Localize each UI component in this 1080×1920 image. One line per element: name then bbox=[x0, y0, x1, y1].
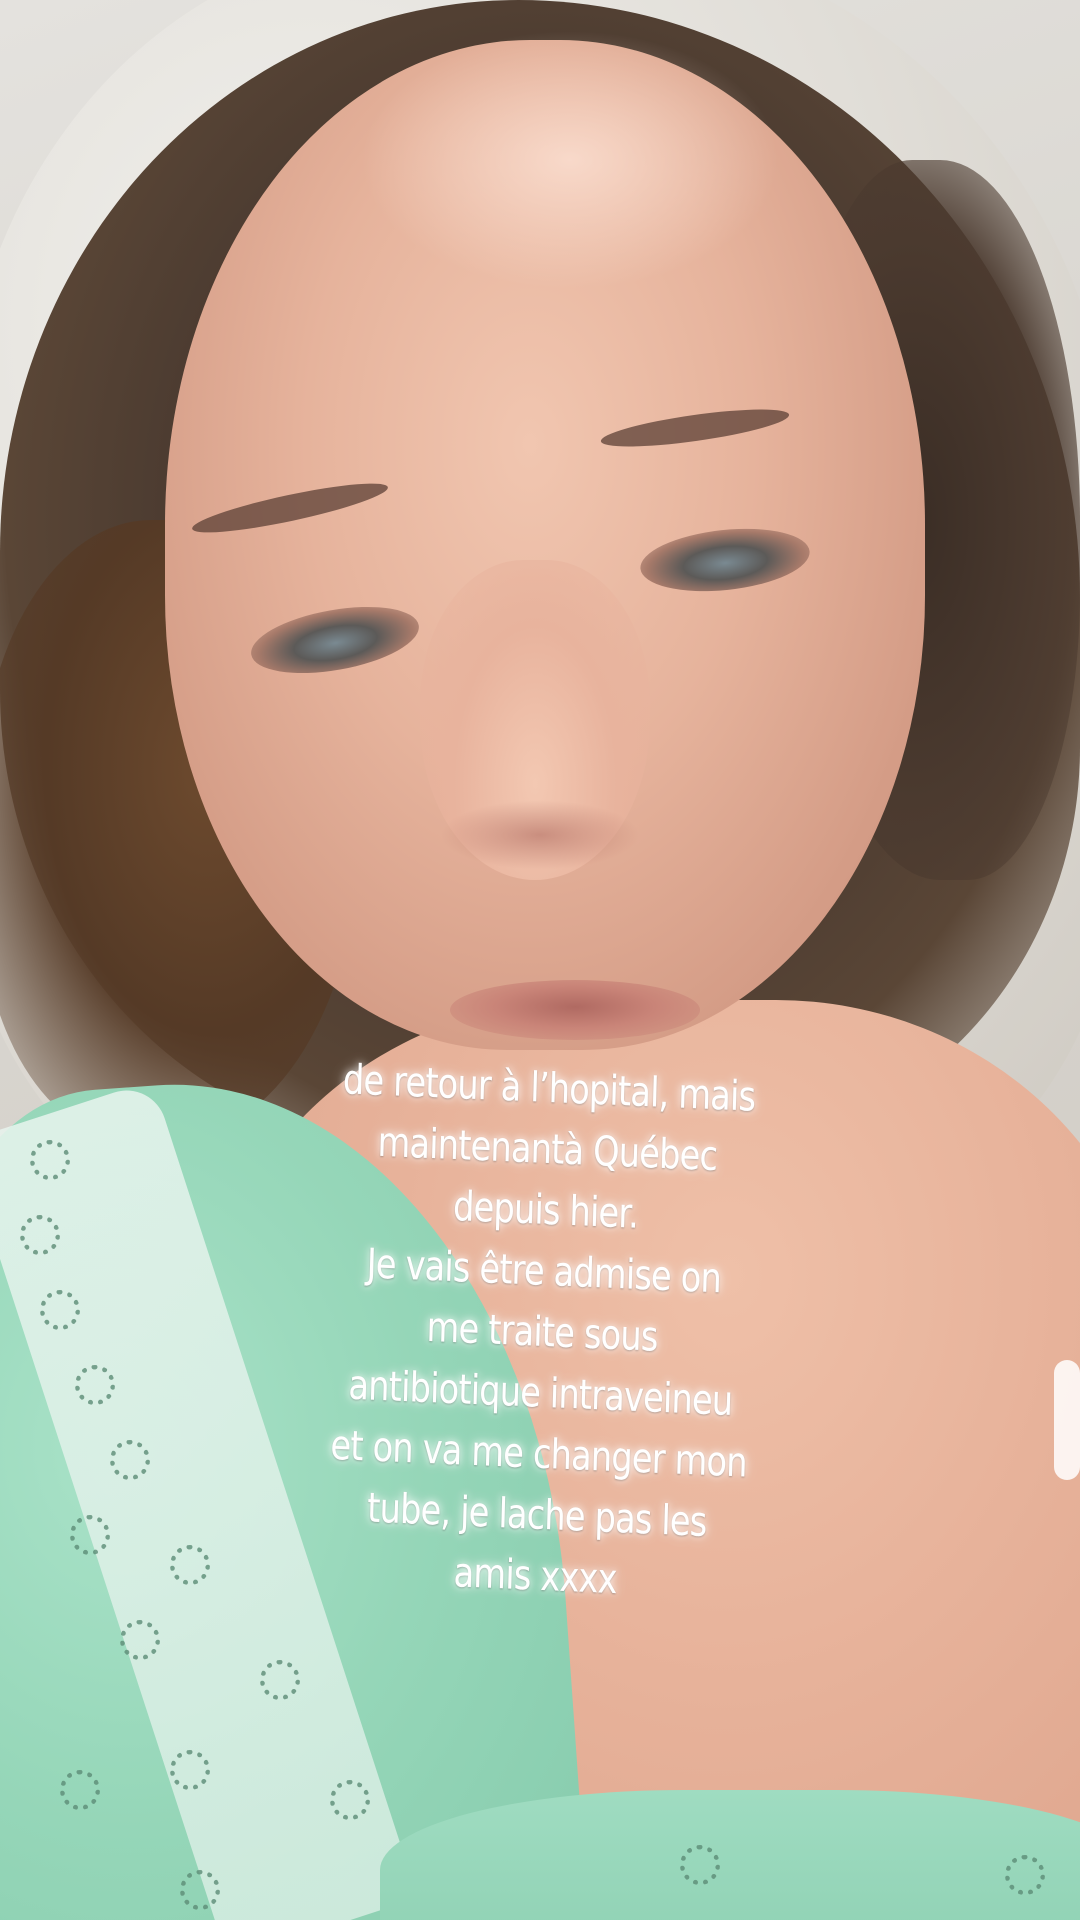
gown-pattern-dot bbox=[110, 1440, 150, 1480]
forehead-highlight bbox=[360, 30, 780, 290]
gown-pattern-dot bbox=[120, 1620, 160, 1660]
gown-pattern-dot bbox=[70, 1515, 110, 1555]
gown-pattern-dot bbox=[60, 1770, 100, 1810]
gown-pattern-dot bbox=[170, 1545, 210, 1585]
story-frame[interactable]: de retour à l’hopital, mais maintenantà … bbox=[0, 0, 1080, 1920]
gown-pattern-dot bbox=[40, 1290, 80, 1330]
iv-port bbox=[1054, 1360, 1080, 1480]
gown-pattern-dot bbox=[680, 1845, 720, 1885]
nostrils bbox=[440, 800, 640, 870]
gown-pattern-dot bbox=[330, 1780, 370, 1820]
gown-pattern-dot bbox=[180, 1870, 220, 1910]
gown-bottom bbox=[380, 1790, 1080, 1920]
gown-pattern-dot bbox=[30, 1140, 70, 1180]
mouth bbox=[450, 980, 700, 1040]
gown-pattern-dot bbox=[260, 1660, 300, 1700]
gown-pattern-dot bbox=[75, 1365, 115, 1405]
gown-pattern-dot bbox=[20, 1215, 60, 1255]
gown-pattern-dot bbox=[170, 1750, 210, 1790]
gown-pattern-dot bbox=[1005, 1855, 1045, 1895]
story-caption: de retour à l’hopital, mais maintenantà … bbox=[206, 1044, 877, 1621]
